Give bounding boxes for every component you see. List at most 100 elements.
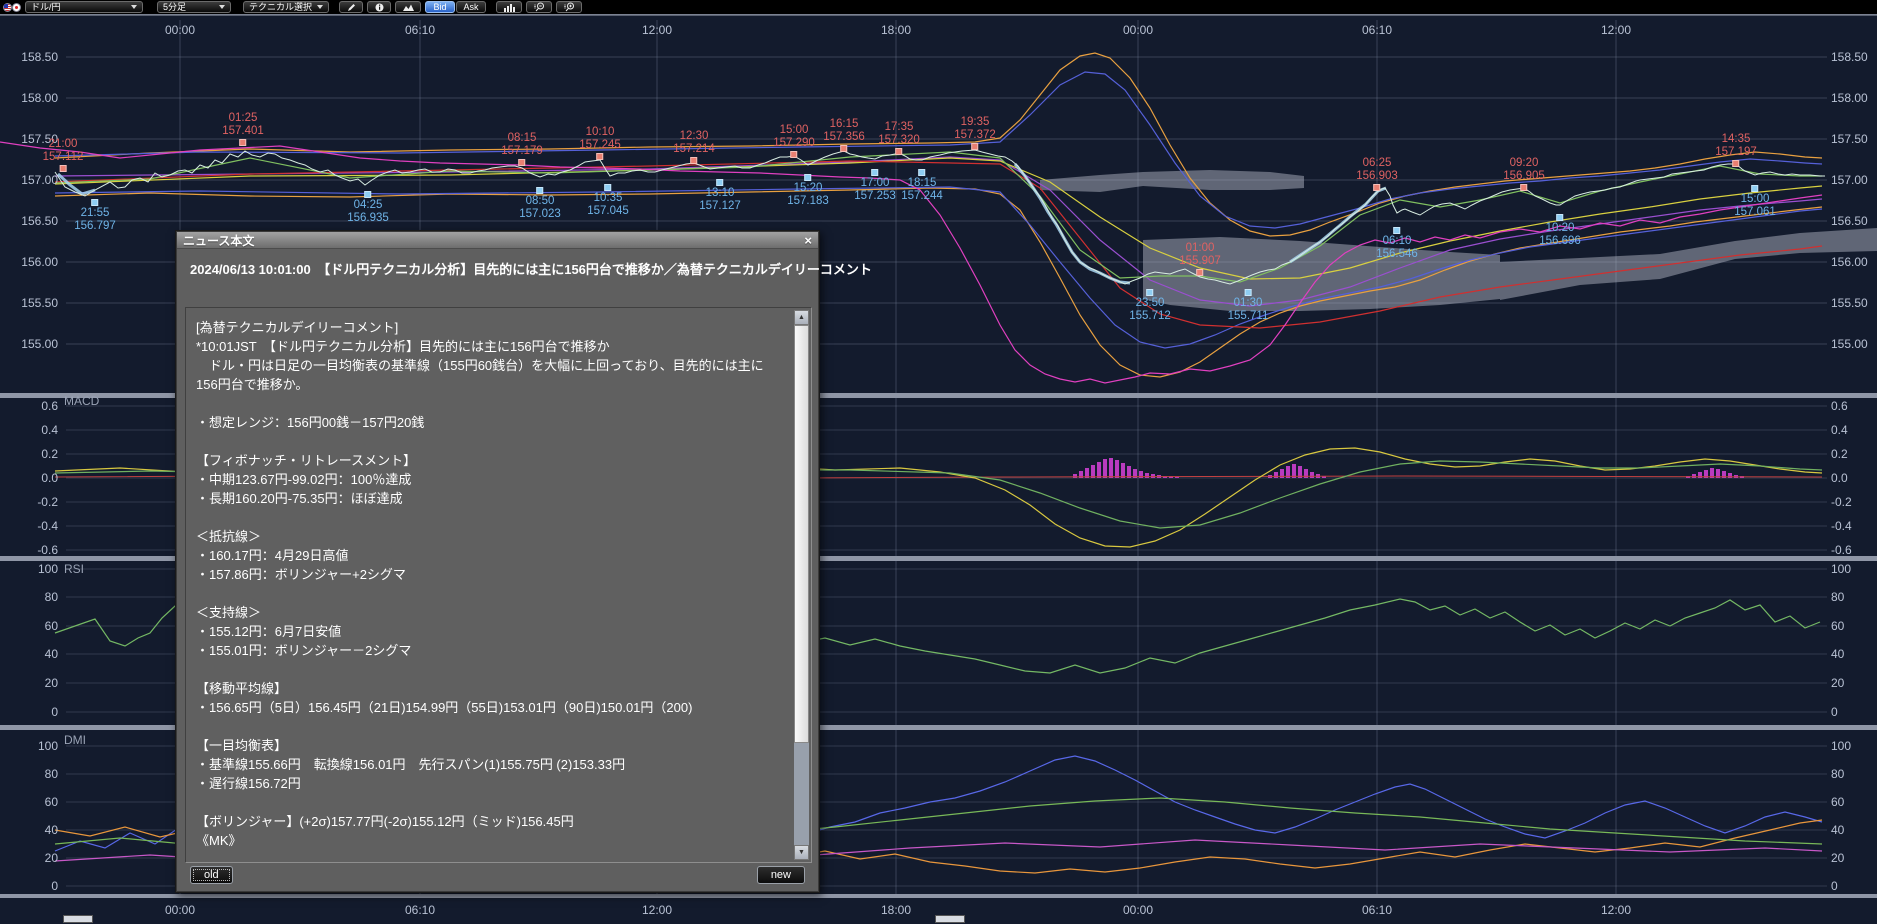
draw-button[interactable] bbox=[339, 1, 363, 13]
dialog-title-bar[interactable]: ニュース本文 × bbox=[177, 232, 818, 249]
swing-time-label: 06:10 bbox=[1376, 235, 1418, 248]
bar-chart-icon bbox=[504, 3, 515, 12]
time-tick-label: 06:10 bbox=[405, 23, 435, 37]
swing-price-label: 155.712 bbox=[1129, 310, 1171, 323]
macd-tick-label: -0.4 bbox=[1831, 520, 1852, 532]
price-tick-label: 155.00 bbox=[1831, 338, 1868, 350]
dmi-tick-label: 60 bbox=[1831, 796, 1844, 808]
swing-high-annotation: 19:35 157.372 bbox=[954, 116, 996, 151]
ask-label: Ask bbox=[464, 3, 479, 12]
close-icon[interactable]: × bbox=[804, 234, 812, 247]
swing-price-label: 157.290 bbox=[773, 137, 815, 150]
swing-low-marker-icon bbox=[91, 199, 98, 206]
time-tick-label: 06:10 bbox=[405, 903, 435, 917]
currency-pair-select[interactable]: ドル/円 bbox=[25, 1, 143, 13]
swing-time-label: 10:20 bbox=[1539, 222, 1581, 235]
swing-high-marker-icon bbox=[239, 139, 246, 146]
swing-low-marker-icon bbox=[1556, 214, 1563, 221]
swing-price-label: 155.907 bbox=[1179, 255, 1221, 268]
bid-toggle[interactable]: Bid bbox=[425, 1, 455, 13]
scrollbar[interactable]: ▲ ▼ bbox=[794, 310, 809, 860]
dialog-title: ニュース本文 bbox=[183, 232, 254, 249]
chevron-down-icon bbox=[131, 5, 137, 9]
swing-price-label: 157.214 bbox=[673, 143, 715, 156]
price-tick-label: 156.00 bbox=[0, 256, 58, 268]
news-body-line bbox=[196, 584, 785, 603]
news-body-line: 【ボリンジャー】(+2σ)157.77円(-2σ)155.12円（ミッド)156… bbox=[196, 812, 785, 831]
rsi-tick-label: 80 bbox=[1831, 591, 1844, 603]
time-tick-label: 18:00 bbox=[881, 23, 911, 37]
time-tick-label: 00:00 bbox=[165, 903, 195, 917]
news-body-line: ・遅行線156.72円 bbox=[196, 774, 785, 793]
news-body-line: ・155.01円：ボリンジャー－2シグマ bbox=[196, 641, 785, 660]
news-body-line: ・想定レンジ：156円00銭－157円20銭 bbox=[196, 413, 785, 432]
timeframe-select[interactable]: 5分足 bbox=[157, 1, 231, 13]
swing-time-label: 10:35 bbox=[587, 192, 629, 205]
rsi-panel-label: RSI bbox=[64, 562, 84, 576]
info-button[interactable] bbox=[367, 1, 391, 13]
dmi-tick-label: 40 bbox=[0, 824, 58, 836]
swing-low-marker-icon bbox=[1393, 227, 1400, 234]
ask-toggle[interactable]: Ask bbox=[456, 1, 486, 13]
time-tick-label: 12:00 bbox=[1601, 23, 1631, 37]
currency-pair-label: ドル/円 bbox=[31, 3, 61, 12]
swing-price-label: 156.903 bbox=[1356, 170, 1398, 183]
swing-low-annotation: 15:20 157.183 bbox=[787, 173, 829, 208]
rsi-tick-label: 60 bbox=[0, 620, 58, 632]
swing-price-label: 157.320 bbox=[878, 134, 920, 147]
dmi-tick-label: 40 bbox=[1831, 824, 1844, 836]
news-dialog: ニュース本文 × 2024/06/13 10:01:00 【ドル円テクニカル分析… bbox=[175, 230, 820, 893]
swing-high-marker-icon bbox=[971, 143, 978, 150]
zoom-out-button[interactable] bbox=[526, 1, 552, 13]
swing-price-label: 157.061 bbox=[1734, 206, 1776, 219]
time-tick-label: 00:00 bbox=[1123, 23, 1153, 37]
price-tick-label: 157.00 bbox=[1831, 174, 1868, 186]
swing-low-marker-icon bbox=[604, 184, 611, 191]
swing-price-label: 157.183 bbox=[787, 195, 829, 208]
swing-low-marker-icon bbox=[804, 174, 811, 181]
swing-price-label: 157.356 bbox=[823, 131, 865, 144]
volume-button[interactable] bbox=[496, 1, 522, 13]
macd-tick-label: 0.4 bbox=[1831, 424, 1848, 436]
news-body-line: ドル・円は日足の一目均衡表の基準線（155円60銭台）を大幅に上回っており、目先… bbox=[196, 356, 785, 394]
rsi-tick-label: 40 bbox=[0, 648, 58, 660]
technical-select[interactable]: テクニカル選択 bbox=[243, 1, 329, 13]
rsi-tick-label: 100 bbox=[0, 563, 58, 575]
swing-high-marker-icon bbox=[518, 159, 525, 166]
scroll-down-icon[interactable]: ▼ bbox=[794, 845, 809, 860]
swing-price-label: 156.935 bbox=[347, 212, 389, 225]
macd-tick-label: 0.0 bbox=[1831, 472, 1848, 484]
rsi-tick-label: 80 bbox=[0, 591, 58, 603]
swing-time-label: 12:30 bbox=[673, 130, 715, 143]
price-tick-label: 156.50 bbox=[1831, 215, 1868, 227]
chart-style-button[interactable] bbox=[395, 1, 421, 13]
swing-low-annotation: 13:10 157.127 bbox=[699, 178, 741, 213]
swing-time-label: 21:55 bbox=[74, 207, 116, 220]
swing-time-label: 17:00 bbox=[854, 177, 896, 190]
swing-high-annotation: 01:25 157.401 bbox=[222, 112, 264, 147]
toolbar: ドル/円 5分足 テクニカル選択 Bid Ask bbox=[0, 0, 1877, 14]
timeline-marker[interactable] bbox=[63, 915, 93, 923]
scroll-up-icon[interactable]: ▲ bbox=[794, 310, 809, 325]
price-tick-label: 157.00 bbox=[0, 174, 58, 186]
swing-low-marker-icon bbox=[918, 169, 925, 176]
new-button[interactable]: new bbox=[757, 866, 805, 884]
macd-tick-label: 0.0 bbox=[0, 472, 58, 484]
time-tick-label: 12:00 bbox=[642, 23, 672, 37]
news-body-line: ・157.86円：ボリンジャー+2シグマ bbox=[196, 565, 785, 584]
timeline-marker[interactable] bbox=[935, 915, 965, 923]
swing-time-label: 21:00 bbox=[43, 138, 84, 151]
pencil-icon bbox=[347, 3, 356, 12]
news-body-line: ・中期123.67円-99.02円：100％達成 bbox=[196, 470, 785, 489]
dmi-tick-label: 80 bbox=[1831, 768, 1844, 780]
news-body-line: 【移動平均線】 bbox=[196, 679, 785, 698]
macd-tick-label: 0.6 bbox=[1831, 400, 1848, 412]
dmi-tick-label: 20 bbox=[0, 852, 58, 864]
swing-low-annotation: 10:20 156.696 bbox=[1539, 213, 1581, 248]
swing-price-label: 157.112 bbox=[43, 151, 84, 164]
news-body-line: ＜支持線＞ bbox=[196, 603, 785, 622]
old-button[interactable]: old bbox=[190, 866, 233, 884]
zoom-in-button[interactable] bbox=[556, 1, 582, 13]
scrollbar-thumb[interactable] bbox=[794, 325, 809, 743]
swing-high-annotation: 06:25 156.903 bbox=[1356, 157, 1398, 192]
